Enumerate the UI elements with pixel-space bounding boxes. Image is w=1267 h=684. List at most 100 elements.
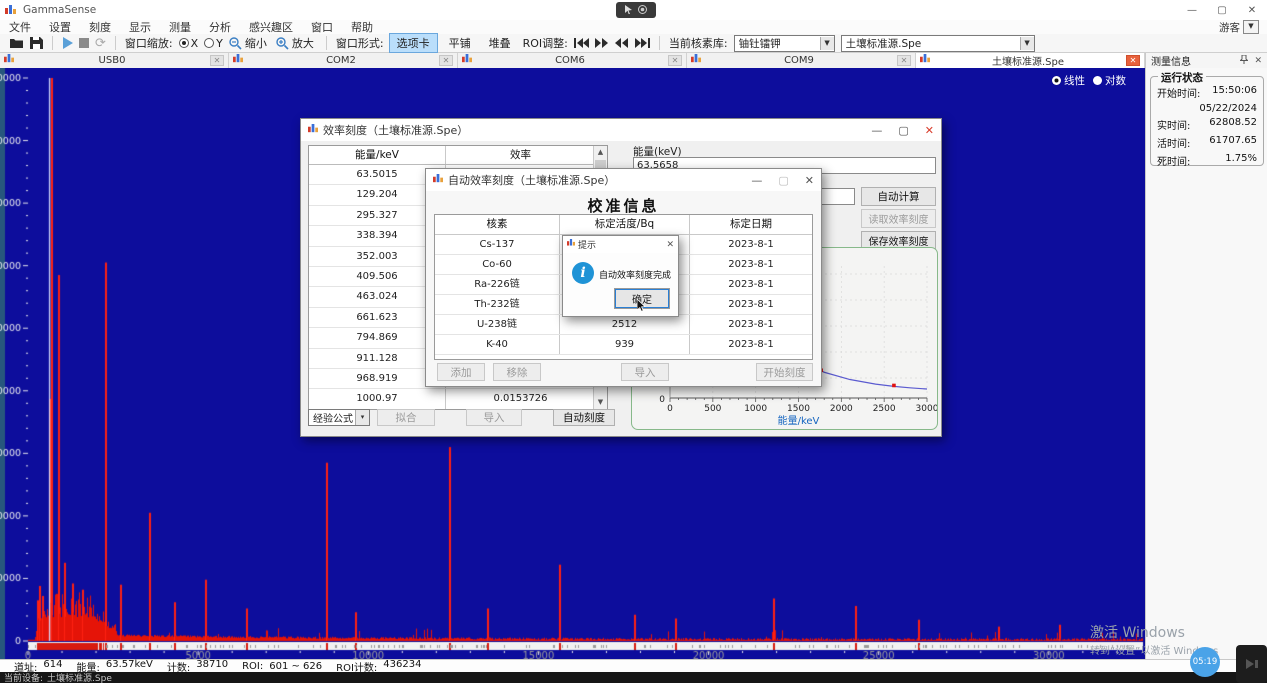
menu-item-7[interactable]: 感兴趣区 <box>249 19 293 35</box>
menu-item-1[interactable]: 文件 <box>9 19 31 35</box>
tab-close-icon[interactable]: ✕ <box>439 55 453 66</box>
table-row[interactable]: K-409392023-8-1 <box>435 335 812 355</box>
tab-close-icon[interactable]: ✕ <box>210 55 224 66</box>
zoom-axis-y-radio[interactable]: Y <box>204 37 223 50</box>
start-acquisition-icon[interactable] <box>62 37 73 49</box>
roi-back-icon[interactable] <box>615 38 629 48</box>
save-icon[interactable] <box>30 37 43 49</box>
current-device-label: 当前设备: <box>4 671 43 684</box>
nuclide-cell: Th-232链 <box>435 295 560 314</box>
run-status-group: 运行状态 开始时间:15:50:0605/22/2024实时间:62808.52… <box>1150 76 1264 166</box>
zoom-out-button[interactable]: 缩小 <box>229 35 270 51</box>
efficiency-dialog-titlebar[interactable]: 效率刻度（土壤标准源.Spe） — ▢ ✕ <box>301 119 941 141</box>
tab-COM2[interactable]: COM2✕ <box>229 53 458 68</box>
start-calibration-button[interactable]: 开始刻度 <box>756 363 813 381</box>
recorder-corner-widget[interactable] <box>1236 645 1267 683</box>
add-nuclide-button[interactable]: 添加 <box>437 363 485 381</box>
pin-icon[interactable] <box>1240 55 1248 67</box>
auto-calibrate-button[interactable]: 自动刻度 <box>553 409 615 426</box>
spectrum-tab-bar: USB0✕COM2✕COM6✕COM9✕土壤标准源.Spe✕ <box>0 53 1145 68</box>
minimize-icon[interactable]: — <box>1177 1 1207 20</box>
svg-text:1000: 1000 <box>744 404 767 414</box>
date-cell: 2023-8-1 <box>690 315 812 334</box>
zoom-axis-x-radio[interactable]: X <box>179 37 199 50</box>
menu-item-8[interactable]: 窗口 <box>311 19 333 35</box>
spectrum-file-select[interactable]: 土壤标准源.Spe ▼ <box>841 35 1035 52</box>
fit-button[interactable]: 拟合 <box>377 409 435 426</box>
tab-close-icon[interactable]: ✕ <box>1126 55 1140 66</box>
camera-icon <box>1245 658 1259 670</box>
run-status-row: 05/22/2024 <box>1151 101 1263 115</box>
formula-select[interactable]: 经验公式 ▾ <box>308 409 370 426</box>
maximize-icon[interactable]: ▢ <box>1207 1 1237 20</box>
scroll-down-icon[interactable]: ▼ <box>594 396 607 409</box>
run-status-row: 活时间:61707.65 <box>1151 133 1263 151</box>
recording-timer-badge[interactable]: 05:19 <box>1190 647 1220 677</box>
svg-text:2500: 2500 <box>873 404 896 414</box>
zoom-out-label: 缩小 <box>245 35 267 51</box>
tab-app-icon <box>4 54 14 67</box>
menu-item-9[interactable]: 帮助 <box>351 19 373 35</box>
minimize-icon[interactable]: — <box>871 124 882 137</box>
menu-item-2[interactable]: 设置 <box>49 19 71 35</box>
nuclide-cell: Ra-226链 <box>435 275 560 294</box>
menu-item-3[interactable]: 刻度 <box>89 19 111 35</box>
import-button[interactable]: 导入 <box>466 409 522 426</box>
run-status-value: 15:50:06 <box>1212 85 1257 100</box>
tab-app-icon <box>920 54 930 67</box>
tab-close-icon[interactable]: ✕ <box>668 55 682 66</box>
auto-dialog-titlebar[interactable]: 自动效率刻度（土壤标准源.Spe） — ▢ ✕ <box>426 169 821 191</box>
menu-item-6[interactable]: 分析 <box>209 19 231 35</box>
table-row[interactable]: U-238链25122023-8-1 <box>435 315 812 335</box>
measure-panel-title: 测量信息 <box>1151 53 1234 68</box>
tab-COM6[interactable]: COM6✕ <box>458 53 687 68</box>
roi-first-icon[interactable] <box>574 38 589 48</box>
open-file-icon[interactable] <box>9 37 24 49</box>
menu-bar: 文件设置刻度显示测量分析感兴趣区窗口帮助 游客 ▼ <box>0 20 1267 34</box>
tab-close-icon[interactable]: ✕ <box>897 55 911 66</box>
chevron-down-icon: ▼ <box>1020 37 1034 50</box>
tab-COM9[interactable]: COM9✕ <box>687 53 916 68</box>
panel-close-icon[interactable]: ✕ <box>1254 56 1262 66</box>
prompt-titlebar[interactable]: 提示 ✕ <box>563 236 678 253</box>
nuclide-library-select[interactable]: 铀钍镭钾 ▼ <box>734 35 835 52</box>
tab-土壤标准源.Spe[interactable]: 土壤标准源.Spe✕ <box>916 53 1145 68</box>
log-radio[interactable]: 对数 <box>1093 73 1126 88</box>
close-icon[interactable]: ✕ <box>666 240 674 250</box>
remove-nuclide-button[interactable]: 移除 <box>493 363 541 381</box>
close-icon[interactable]: ✕ <box>925 124 934 137</box>
import-calibration-button[interactable]: 导入 <box>621 363 669 381</box>
recorder-cursor-icon[interactable] <box>625 4 633 17</box>
form-tab-button[interactable]: 选项卡 <box>389 33 438 53</box>
col-header-energy: 能量/keV <box>309 146 446 164</box>
tab-USB0[interactable]: USB0✕ <box>0 53 229 68</box>
scroll-up-icon[interactable]: ▲ <box>594 146 607 159</box>
refresh-icon[interactable]: ⟳ <box>95 36 106 51</box>
maximize-icon[interactable]: ▢ <box>898 124 908 137</box>
menu-item-4[interactable]: 显示 <box>129 19 151 35</box>
status-bar: 道址:614能量:63.57keV计数:38710ROI:601 ~ 626RO… <box>0 659 1267 672</box>
close-icon[interactable]: ✕ <box>1237 1 1267 20</box>
minimize-icon[interactable]: — <box>751 174 762 187</box>
close-icon[interactable]: ✕ <box>805 174 814 187</box>
roi-forward-icon[interactable] <box>595 38 609 48</box>
date-cell: 2023-8-1 <box>690 235 812 254</box>
recorder-stop-icon[interactable] <box>638 4 647 17</box>
linear-radio[interactable]: 线性 <box>1052 73 1085 88</box>
screen-recorder-toolbar[interactable] <box>616 2 656 18</box>
svg-text:3000: 3000 <box>916 404 937 414</box>
menu-item-5[interactable]: 测量 <box>169 19 191 35</box>
activity-cell: 939 <box>560 335 690 354</box>
svg-text:1500: 1500 <box>787 404 810 414</box>
table-row[interactable]: 1000.970.0153726 <box>309 389 607 409</box>
roi-last-icon[interactable] <box>635 38 650 48</box>
read-efficiency-button[interactable]: 读取效率刻度 <box>861 209 936 228</box>
nuclide-cell: K-40 <box>435 335 560 354</box>
form-stack-button[interactable]: 堆叠 <box>482 34 518 52</box>
stop-acquisition-icon[interactable] <box>79 38 89 48</box>
form-tile-button[interactable]: 平铺 <box>442 34 478 52</box>
auto-calc-button[interactable]: 自动计算 <box>861 187 936 206</box>
user-dropdown-icon[interactable]: ▼ <box>1243 20 1259 34</box>
watermark-line1: 激活 Windows <box>1090 622 1265 644</box>
zoom-in-button[interactable]: 放大 <box>276 35 317 51</box>
